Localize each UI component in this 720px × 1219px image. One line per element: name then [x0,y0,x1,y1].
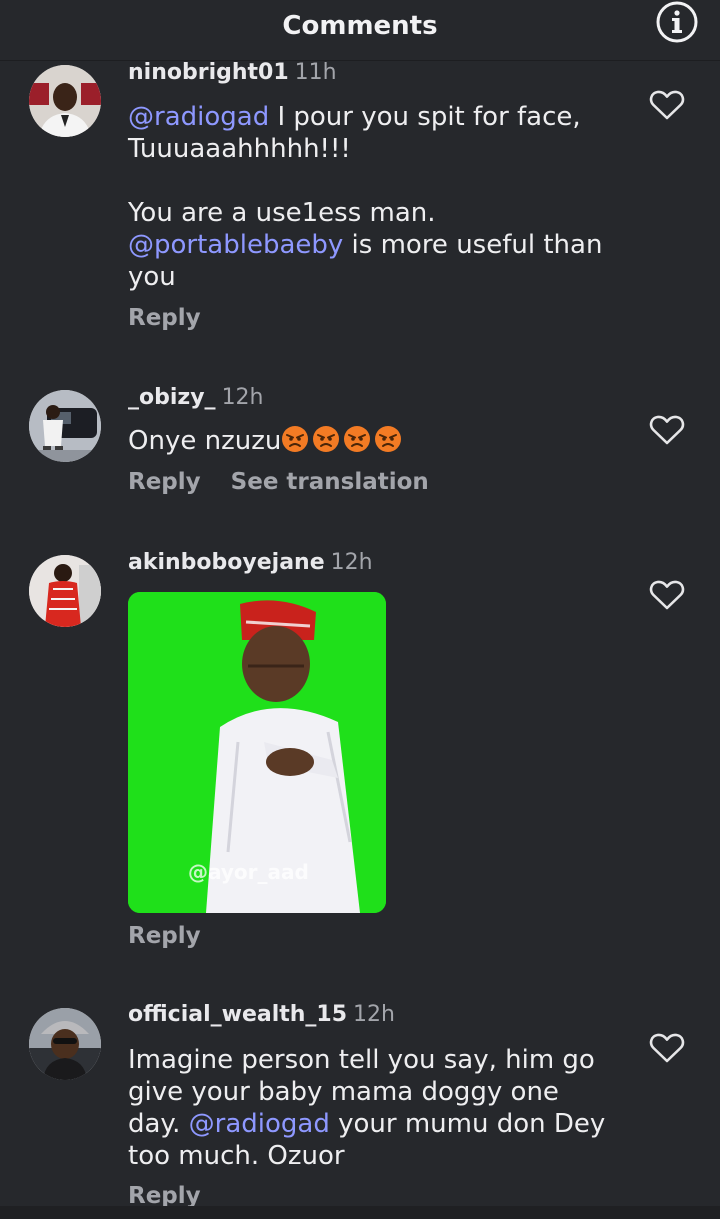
reply-button[interactable]: Reply [128,305,201,331]
username[interactable]: _obizy_ [128,385,216,410]
like-heart-icon[interactable] [649,1032,685,1064]
comment-actions: Reply See translation [128,469,459,495]
timestamp: 11h [294,60,337,85]
page-title: Comments [282,11,438,41]
line-text: give your baby mama doggy one [128,1077,559,1107]
gif-watermark: @ayor_aad [188,860,309,884]
timestamp: 12h [221,385,264,410]
line-text: day. [128,1109,189,1139]
comment-line: too much. Ozuor [128,1140,628,1172]
comment-line: day. @radiogad your mumu don Dey [128,1108,628,1140]
comment-text: @radiogad I pour you spit for face, Tuuu… [128,101,628,293]
line-text: I pour you spit for face, [269,102,581,132]
angry-face-emoji [313,426,340,452]
username[interactable]: akinboboyejane [128,550,325,575]
mention-link[interactable]: @radiogad [189,1109,330,1139]
comment-text: Imagine person tell you say, him go give… [128,1044,628,1172]
mention-link[interactable]: @portablebaeby [128,230,343,260]
reply-button[interactable]: Reply [128,923,201,949]
like-heart-icon[interactable] [649,89,685,121]
gif-image[interactable]: @ayor_aad [128,592,386,913]
line-text: Tuuuaaahhhhh!!! [128,134,351,164]
comment-line: You are a use1ess man. [128,197,628,229]
avatar[interactable] [29,1008,101,1080]
line-text: You are a use1ess man. [128,198,436,228]
comment-line: Tuuuaaahhhhh!!! [128,133,628,165]
line-text: is more useful than [343,230,603,260]
line-text: you [128,262,176,292]
info-icon[interactable] [656,1,698,43]
comment-line [128,165,628,197]
username[interactable]: ninobright01 [128,60,289,85]
comment-line: @portablebaeby is more useful than [128,229,628,261]
comments-header: Comments [0,0,720,52]
like-heart-icon[interactable] [649,579,685,611]
line-text: too much. Ozuor [128,1141,345,1171]
avatar[interactable] [29,65,101,137]
comment-meta: official_wealth_15 12h [128,1002,395,1027]
avatar[interactable] [29,390,101,462]
emoji-row [281,426,405,456]
username[interactable]: official_wealth_15 [128,1002,347,1027]
timestamp: 12h [353,1002,395,1027]
comment-actions: Reply [128,305,231,331]
comment-line: Imagine person tell you say, him go [128,1044,628,1076]
header-divider [0,60,720,61]
comment-line: @radiogad I pour you spit for face, [128,101,628,133]
avatar[interactable] [29,555,101,627]
see-translation-button[interactable]: See translation [231,469,429,495]
bottom-edge [0,1206,720,1219]
comment-text: Onye nzuzu [128,425,628,457]
line-text: Onye nzuzu [128,426,282,456]
line-text: Imagine person tell you say, him go [128,1045,595,1075]
angry-face-emoji [344,426,371,452]
comment-line: give your baby mama doggy one [128,1076,628,1108]
comment-meta: ninobright01 11h [128,60,337,85]
like-heart-icon[interactable] [649,414,685,446]
reply-button[interactable]: Reply [128,469,201,495]
line-text: your mumu don Dey [329,1109,606,1139]
angry-face-emoji [282,426,309,452]
comment-actions: Reply [128,923,231,949]
angry-face-emoji [375,426,402,452]
mention-link[interactable]: @radiogad [128,102,269,132]
comment-meta: akinboboyejane 12h [128,550,373,575]
timestamp: 12h [330,550,373,575]
comment-line: you [128,261,628,293]
comment-meta: _obizy_ 12h [128,385,264,410]
